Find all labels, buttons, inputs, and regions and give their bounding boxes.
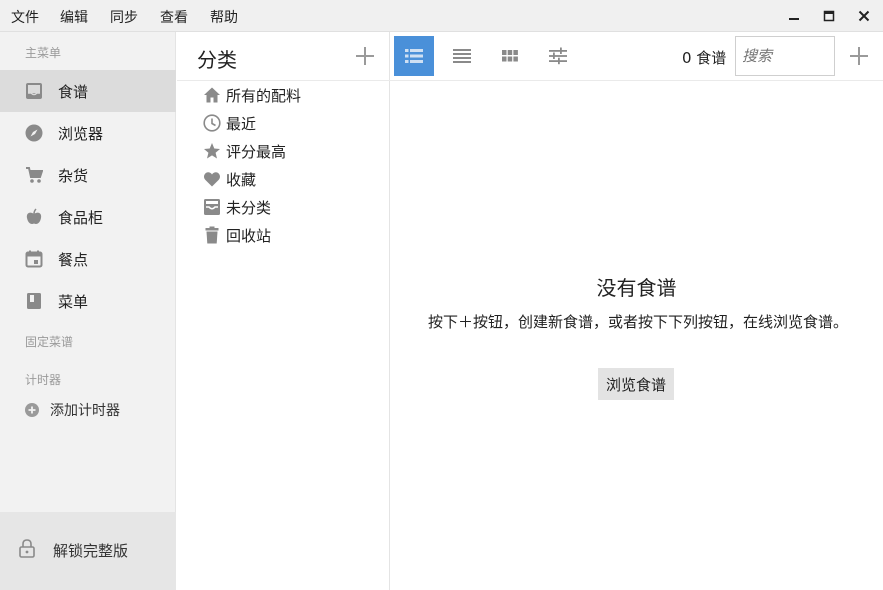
pinned-recipes-title: 固定菜谱: [25, 335, 74, 349]
category-header: 分类: [177, 32, 390, 81]
category-label: 未分类: [226, 198, 272, 217]
maximize-icon: [823, 10, 835, 22]
list-thumbnails-icon: [405, 49, 423, 63]
clock-icon: [202, 113, 222, 133]
apple-icon: [24, 207, 44, 227]
inbox-icon: [24, 81, 44, 101]
view-compact-list-button[interactable]: [442, 36, 482, 76]
search-input[interactable]: [735, 36, 835, 76]
compass-icon: [24, 123, 44, 143]
category-item-recent[interactable]: 最近: [202, 111, 256, 135]
lock-icon: [18, 538, 36, 562]
add-timer-button[interactable]: 添加计时器: [24, 400, 120, 420]
add-circle-icon: [25, 403, 39, 417]
empty-state-description: 按下＋按钮，创建新食谱，或者按下下列按钮，在线浏览食谱。: [428, 313, 849, 331]
sidebar-item-label: 食谱: [58, 82, 89, 101]
view-grid-button[interactable]: [490, 36, 530, 76]
category-item-uncategorized[interactable]: 未分类: [202, 195, 271, 219]
category-label: 所有的配料: [226, 86, 302, 105]
sidebar-item-label: 餐点: [58, 250, 89, 269]
list-icon: [453, 49, 471, 63]
menu-view[interactable]: 查看: [160, 7, 188, 27]
main-content: 0 食谱 没有食谱 按下＋按钮，创建新食谱，或者按下下列按钮，在线浏览食谱。 浏…: [390, 32, 883, 590]
sidebar: 主菜单 食谱 浏览器 杂货 食品柜 餐点 菜单 固定菜谱 计时器 添加计时器 解…: [0, 32, 176, 590]
calendar-icon: [24, 249, 44, 269]
category-item-all-ingredients[interactable]: 所有的配料: [202, 83, 301, 107]
add-recipe-button[interactable]: [848, 45, 870, 67]
tray-icon: [202, 197, 222, 217]
category-item-trash[interactable]: 回收站: [202, 223, 271, 247]
menu-sync[interactable]: 同步: [110, 7, 138, 27]
category-title: 分类: [197, 48, 237, 72]
heart-icon: [202, 169, 222, 189]
plus-icon: [850, 47, 868, 65]
maximize-button[interactable]: [811, 0, 847, 32]
menu-help[interactable]: 帮助: [210, 7, 238, 27]
unlock-label: 解锁完整版: [53, 542, 129, 560]
category-label: 收藏: [226, 170, 257, 189]
add-timer-label: 添加计时器: [50, 403, 120, 419]
timers-title: 计时器: [25, 373, 62, 387]
sidebar-item-label: 菜单: [58, 292, 89, 311]
category-panel: 分类 所有的配料 最近 评分最高 收藏 未分类 回收站: [177, 32, 390, 590]
sliders-icon: [549, 47, 567, 65]
filter-settings-button[interactable]: [538, 36, 578, 76]
menu-bar: 文件 编辑 同步 查看 帮助: [0, 0, 883, 32]
main-menu-title: 主菜单: [25, 46, 62, 60]
sidebar-item-menus[interactable]: 菜单: [0, 280, 176, 322]
sidebar-item-label: 浏览器: [58, 124, 104, 143]
close-icon: [858, 10, 870, 22]
add-category-button[interactable]: [354, 45, 376, 67]
category-label: 评分最高: [226, 142, 287, 161]
minimize-icon: [789, 18, 799, 20]
category-item-top-rated[interactable]: 评分最高: [202, 139, 286, 163]
browse-recipes-button[interactable]: 浏览食谱: [598, 368, 674, 400]
sidebar-item-pantry[interactable]: 食品柜: [0, 196, 176, 238]
menu-edit[interactable]: 编辑: [60, 7, 88, 27]
sidebar-item-groceries[interactable]: 杂货: [0, 154, 176, 196]
toolbar: 0 食谱: [390, 32, 883, 81]
category-label: 回收站: [226, 226, 272, 245]
category-item-favorites[interactable]: 收藏: [202, 167, 256, 191]
minimize-button[interactable]: [776, 0, 812, 32]
category-label: 最近: [226, 114, 257, 133]
sidebar-item-label: 食品柜: [58, 208, 104, 227]
sidebar-item-recipes[interactable]: 食谱: [0, 70, 176, 112]
plus-icon: [356, 47, 374, 65]
cart-icon: [24, 165, 44, 185]
menu-file[interactable]: 文件: [11, 7, 39, 27]
star-icon: [202, 141, 222, 161]
sidebar-item-label: 杂货: [58, 166, 89, 185]
sidebar-item-browser[interactable]: 浏览器: [0, 112, 176, 154]
grid-icon: [502, 50, 518, 62]
unlock-full-version-button[interactable]: 解锁完整版: [0, 512, 176, 590]
sidebar-item-meals[interactable]: 餐点: [0, 238, 176, 280]
recipe-count: 0 食谱: [682, 49, 727, 67]
view-list-thumbnails-button[interactable]: [394, 36, 434, 76]
home-icon: [202, 85, 222, 105]
trash-icon: [202, 225, 222, 245]
empty-state-title: 没有食谱: [596, 276, 677, 300]
book-icon: [24, 291, 44, 311]
close-button[interactable]: [846, 0, 882, 32]
